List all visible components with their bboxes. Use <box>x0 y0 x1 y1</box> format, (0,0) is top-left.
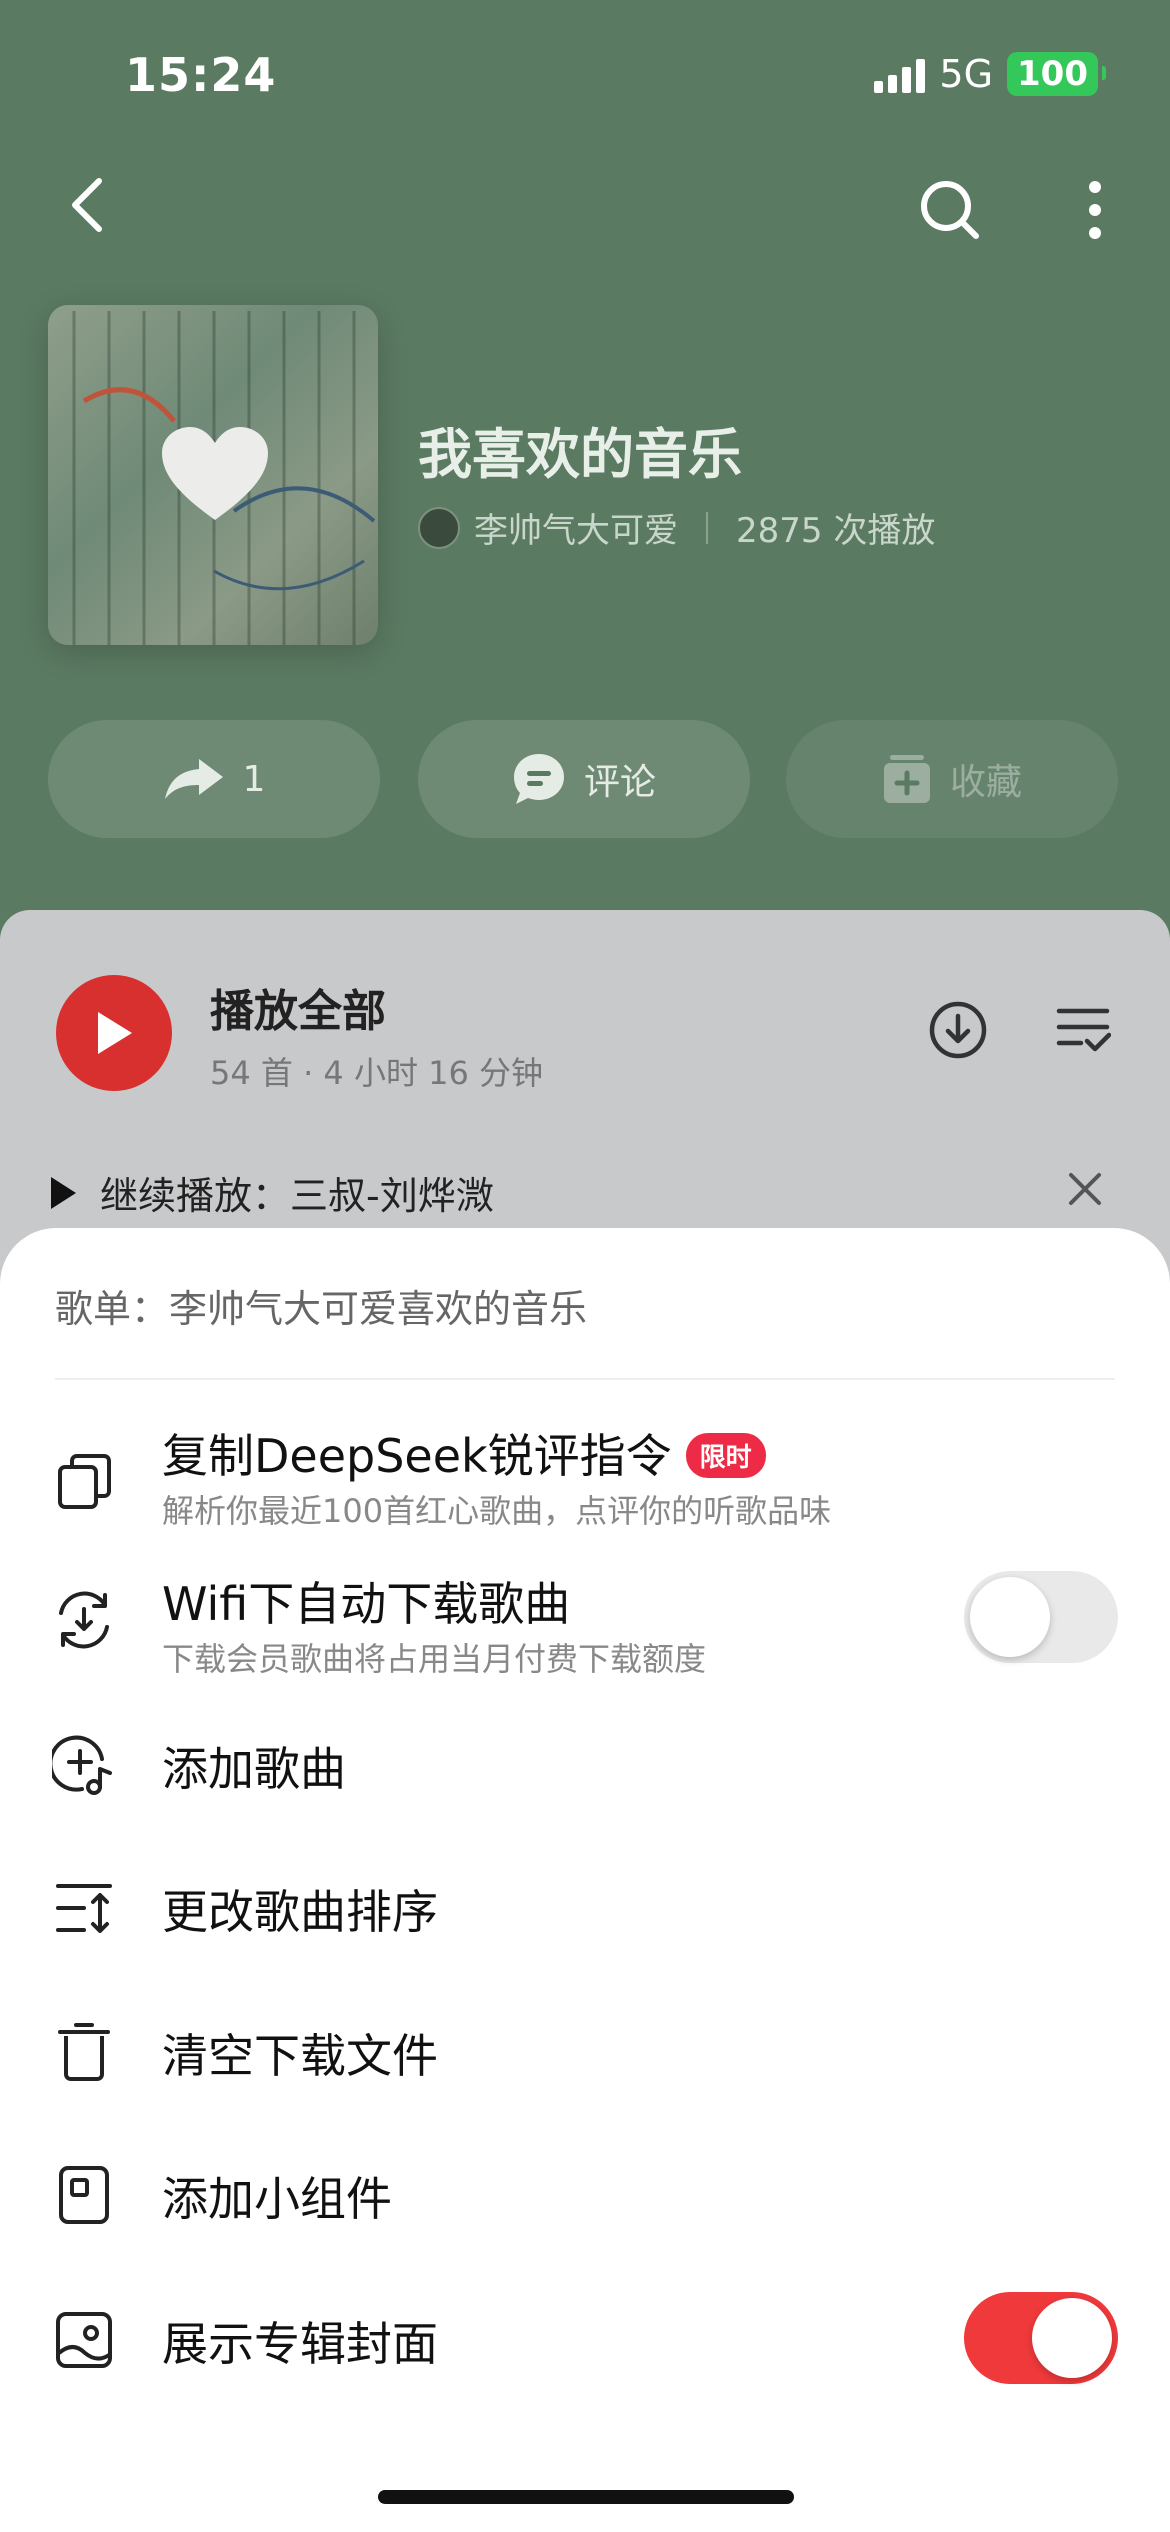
menu-label: Wifi下自动下载歌曲 <box>162 1577 571 1631</box>
search-icon <box>921 181 979 239</box>
battery-indicator: 100 <box>1007 52 1106 96</box>
play-all-button[interactable] <box>56 975 172 1091</box>
toggle-knob <box>970 1577 1050 1657</box>
menu-label: 清空下载文件 <box>162 2029 438 2083</box>
add-song-icon <box>52 1733 116 1797</box>
limited-badge: 限时 <box>685 1433 766 1478</box>
play-small-icon <box>51 1176 76 1209</box>
trash-icon <box>52 2020 116 2084</box>
back-button[interactable] <box>52 170 122 240</box>
menu-item-deepseek[interactable]: 复制DeepSeek锐评指令 限时 解析你最近100首红心歌曲，点评你的听歌品味 <box>0 1420 1170 1540</box>
show-cover-toggle[interactable] <box>964 2292 1118 2384</box>
network-label: 5G <box>939 52 994 96</box>
copy-icon <box>52 1450 116 1514</box>
heart-icon <box>162 427 268 520</box>
menu-item-add-widget[interactable]: 添加小组件 <box>0 2155 1170 2235</box>
menu-item-sort[interactable]: 更改歌曲排序 <box>0 1868 1170 1948</box>
chevron-left-icon <box>72 178 102 232</box>
menu-label: 展示专辑封面 <box>162 2317 438 2371</box>
menu-label: 添加歌曲 <box>162 1742 346 1796</box>
menu-sub: 下载会员歌曲将占用当月付费下载额度 <box>162 1640 707 1678</box>
menu-label: 添加小组件 <box>162 2172 392 2226</box>
wifi-download-toggle[interactable] <box>964 1571 1118 1663</box>
divider <box>706 511 708 544</box>
menu-label: 复制DeepSeek锐评指令 限时 <box>162 1420 766 1486</box>
comment-label: 评论 <box>583 762 656 803</box>
menu-sub: 解析你最近100首红心歌曲，点评你的听歌品味 <box>162 1492 832 1530</box>
creator-name[interactable]: 李帅气大可爱 <box>474 503 678 552</box>
download-button[interactable] <box>928 1000 988 1064</box>
comment-button[interactable]: 评论 <box>418 720 750 838</box>
playlist-cover[interactable] <box>48 305 378 645</box>
more-vertical-icon <box>1089 181 1101 239</box>
auto-download-icon <box>52 1588 116 1652</box>
play-all-label[interactable]: 播放全部 <box>210 975 386 1039</box>
continue-label: 继续播放：三叔-刘烨溦 <box>100 1174 494 1218</box>
close-continue-button[interactable] <box>1068 1172 1102 1210</box>
menu-item-add-song[interactable]: 添加歌曲 <box>0 1725 1170 1805</box>
menu-label: 更改歌曲排序 <box>162 1885 438 1939</box>
toggle-knob <box>1032 2298 1112 2378</box>
playlist-summary: 54 首 · 4 小时 16 分钟 <box>210 1054 544 1092</box>
menu-item-show-cover[interactable]: 展示专辑封面 <box>0 2290 1170 2390</box>
sort-icon <box>52 1876 116 1940</box>
status-time: 15:24 <box>125 48 277 102</box>
list-check-icon <box>1056 1008 1112 1052</box>
share-count: 1 <box>242 758 266 800</box>
share-icon <box>164 759 223 799</box>
sheet-divider <box>55 1378 1115 1380</box>
album-cover-icon <box>52 2308 116 2372</box>
creator-row[interactable]: 李帅气大可爱 2875 次播放 <box>418 503 935 552</box>
home-indicator <box>378 2490 794 2504</box>
collect-label: 收藏 <box>949 762 1022 803</box>
menu-item-clear-downloads[interactable]: 清空下载文件 <box>0 2012 1170 2092</box>
collect-button[interactable]: 收藏 <box>786 720 1118 838</box>
download-icon <box>929 1001 987 1059</box>
collect-icon <box>883 755 930 803</box>
more-button[interactable] <box>1070 170 1120 250</box>
search-button[interactable] <box>910 170 990 250</box>
status-indicators: 5G 100 <box>874 52 1106 96</box>
widget-icon <box>52 2163 116 2227</box>
menu-item-wifi-download[interactable]: Wifi下自动下载歌曲 下载会员歌曲将占用当月付费下载额度 <box>0 1568 1170 1688</box>
play-icon <box>98 1012 132 1054</box>
comment-icon <box>513 754 564 804</box>
multi-select-button[interactable] <box>1055 1005 1112 1059</box>
playlist-title: 我喜欢的音乐 <box>418 423 742 486</box>
avatar[interactable] <box>418 506 460 549</box>
sheet-header: 歌单：李帅气大可爱喜欢的音乐 <box>55 1287 588 1331</box>
continue-playing-row[interactable]: 继续播放：三叔-刘烨溦 <box>48 1165 494 1220</box>
play-count: 2875 次播放 <box>736 511 936 551</box>
share-button[interactable]: 1 <box>48 720 380 838</box>
close-icon <box>1069 1173 1101 1205</box>
signal-icon <box>874 55 926 93</box>
